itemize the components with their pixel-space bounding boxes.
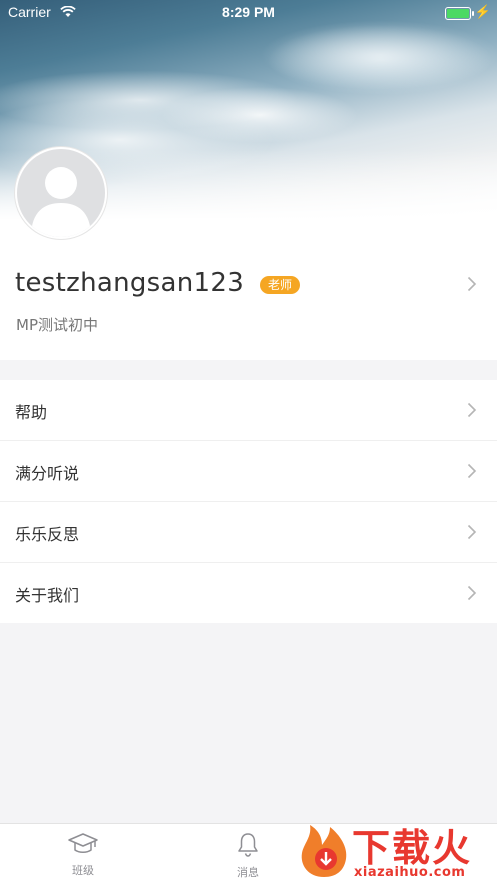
avatar[interactable] bbox=[15, 147, 107, 239]
flame-logo-icon bbox=[296, 819, 352, 883]
menu-item-about-us[interactable]: 关于我们 bbox=[0, 563, 497, 623]
clock-time: 8:29 PM bbox=[222, 4, 275, 20]
charging-bolt-icon: ⚡ bbox=[474, 4, 491, 19]
status-bar: Carrier 8:29 PM ⚡ bbox=[0, 0, 497, 26]
default-user-avatar-icon bbox=[31, 167, 91, 237]
menu-item-label: 关于我们 bbox=[15, 586, 80, 605]
username: testzhangsan123 bbox=[15, 268, 245, 298]
menu-item-label: 帮助 bbox=[15, 403, 48, 422]
site-watermark: 下载火 xiazaihuo.com bbox=[292, 815, 497, 883]
settings-menu: 帮助 满分听说 乐乐反思 关于我们 bbox=[0, 380, 497, 623]
graduation-cap-icon bbox=[67, 833, 99, 860]
watermark-url: xiazaihuo.com bbox=[354, 865, 466, 880]
tab-class[interactable]: 班级 bbox=[53, 832, 113, 878]
watermark-text: 下载火 bbox=[352, 826, 473, 870]
role-badge: 老师 bbox=[260, 276, 301, 294]
menu-item-full-score-listening[interactable]: 满分听说 bbox=[0, 441, 497, 502]
menu-item-lele-reflection[interactable]: 乐乐反思 bbox=[0, 502, 497, 563]
school-name: MP测试初中 bbox=[16, 316, 98, 334]
menu-item-label: 满分听说 bbox=[15, 464, 80, 483]
battery-icon bbox=[445, 7, 474, 20]
chevron-right-icon bbox=[467, 524, 477, 540]
tab-label: 消息 bbox=[237, 866, 259, 879]
menu-item-help[interactable]: 帮助 bbox=[0, 380, 497, 441]
tab-label: 班级 bbox=[72, 864, 94, 877]
profile-chevron-right-icon[interactable] bbox=[467, 276, 477, 292]
chevron-right-icon bbox=[467, 585, 477, 601]
chevron-right-icon bbox=[467, 463, 477, 479]
bell-icon bbox=[236, 833, 260, 862]
tab-messages[interactable]: 消息 bbox=[218, 832, 278, 880]
menu-item-label: 乐乐反思 bbox=[15, 525, 80, 544]
chevron-right-icon bbox=[467, 402, 477, 418]
